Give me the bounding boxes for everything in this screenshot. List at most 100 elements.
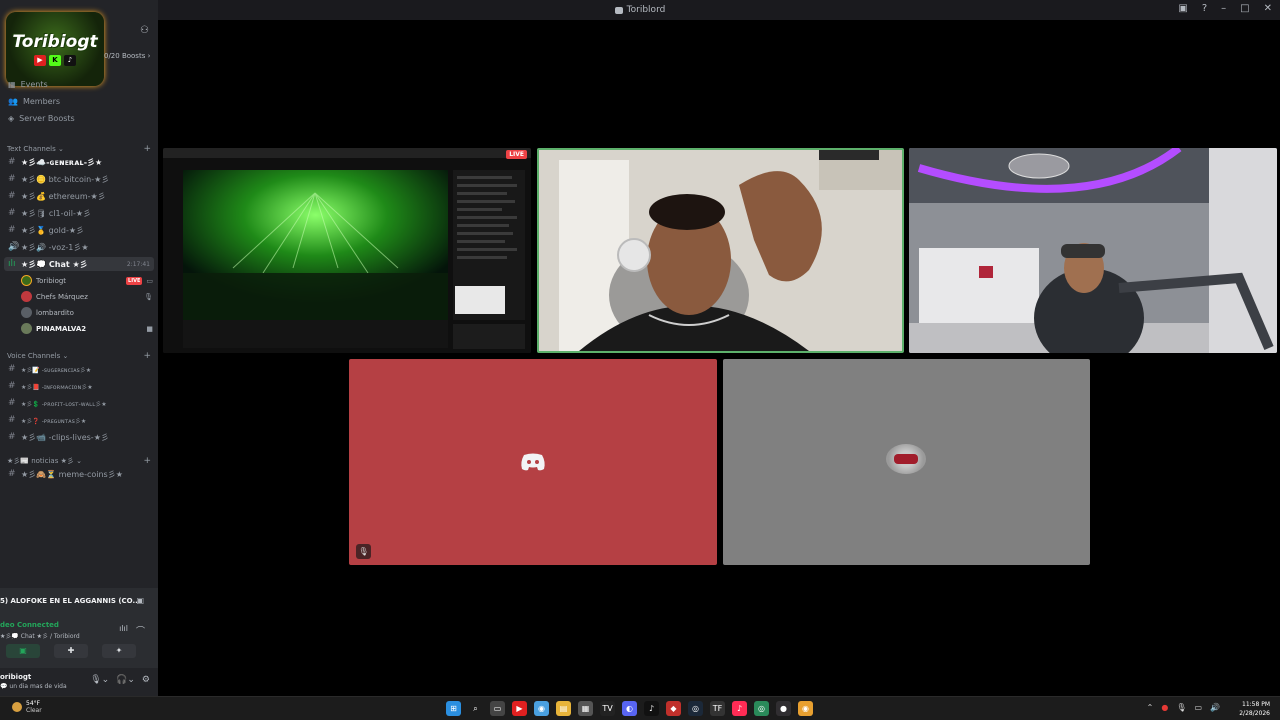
minimize-button[interactable]: – (1221, 3, 1226, 14)
stream-tile-screen-share[interactable]: LIVE (163, 148, 531, 353)
voice-location[interactable]: ★彡💭 Chat ★彡 / Toribiord (0, 631, 80, 640)
nav-server-boosts[interactable]: ◈ Server Boosts (8, 114, 75, 123)
nav-members[interactable]: 👥 Members (8, 97, 60, 106)
app-red-icon[interactable]: ◆ (666, 701, 681, 716)
category-voice-channels[interactable]: Voice Channels ⌄ + (7, 351, 151, 361)
windows-taskbar: 54°F Clear ⊞ ⌕ ▭ ▶ ◉ ▤ ▦ TV ◐ ♪ ◆ ◎ TF ♪… (0, 696, 1280, 720)
channel-ethereum[interactable]: # ★彡💰 ethereum-★彡 (8, 189, 154, 203)
channel-informacion[interactable]: # ★彡📕 -ɪɴꜰᴏʀᴍᴀᴄɪᴏɴ彡★ (8, 379, 154, 393)
invite-people-icon[interactable]: ⚇ (140, 25, 149, 36)
channel-profit-lost-wall[interactable]: # ★彡💲 -ᴘʀᴏꜰɪᴛ-ʟᴏꜱᴛ-ᴡᴀʟʟ彡★ (8, 396, 154, 410)
channel-voz[interactable]: 🔊 ★彡🔊 -voz-1彡★ (8, 240, 154, 254)
channel-oil[interactable]: # ★彡🛢 cl1-oil-★彡 (8, 206, 154, 220)
user-panel-name[interactable]: oribiogt (0, 673, 31, 681)
voice-connected-status: deo Connected (0, 621, 59, 629)
steam-icon[interactable]: ◎ (688, 701, 703, 716)
avatar-motorcycle-icon (894, 454, 918, 464)
maximize-button[interactable]: □ (1240, 3, 1249, 14)
soundboard-button[interactable]: ✦ (102, 644, 136, 658)
nav-events[interactable]: ▦ Events (8, 80, 48, 89)
tiktok-icon: ♪ (64, 55, 76, 66)
window-title: Toriblord (614, 5, 665, 15)
members-icon: 👥 (8, 97, 18, 106)
avatar (21, 275, 32, 286)
server-logo[interactable]: Toribiogt ▶ K ♪ (6, 12, 104, 86)
discord-logo-icon (521, 453, 545, 471)
voice-connection-panel: 5) ALOFOKE EN EL AGGANNIS (CO... ▣ deo C… (0, 588, 158, 668)
chrome-alt-icon[interactable]: ◎ (754, 701, 769, 716)
live-badge: LIVE (126, 276, 143, 285)
tradingview-icon[interactable]: TV (600, 701, 615, 716)
avatar (21, 323, 32, 334)
add-channel-icon[interactable]: + (143, 456, 151, 466)
screen-share-button[interactable]: ▣ (6, 644, 40, 658)
live-badge: LIVE (506, 150, 527, 159)
speech-bubble-icon: 💬 (0, 683, 8, 690)
boost-counter[interactable]: 0/20 Boosts › (104, 52, 150, 60)
discord-icon[interactable]: ◐ (622, 701, 637, 716)
add-channel-icon[interactable]: + (143, 351, 151, 361)
store-icon[interactable]: ▦ (578, 701, 593, 716)
chevron-up-icon[interactable]: ⌃ (1147, 703, 1154, 712)
add-channel-icon[interactable]: + (143, 144, 151, 154)
voice-user-chefs-marquez[interactable]: Chefs Márquez 🎙 (21, 291, 153, 302)
video-tile-camera-1[interactable] (537, 148, 904, 353)
stream-popout-icon[interactable]: ▣ (136, 596, 144, 605)
weather-widget[interactable]: 54°F Clear (12, 700, 42, 714)
inbox-icon[interactable]: ▣ (1178, 3, 1187, 14)
video-tile-avatar-grey[interactable] (723, 359, 1090, 565)
file-explorer-icon[interactable]: ▤ (556, 701, 571, 716)
mic-tray-icon[interactable]: 🎙 (1176, 703, 1186, 712)
video-tile-camera-2[interactable] (909, 148, 1277, 353)
boost-icon: ◈ (8, 114, 15, 123)
record-icon[interactable]: ● (1161, 703, 1168, 712)
task-view-icon[interactable]: ▭ (490, 701, 505, 716)
stream-title[interactable]: 5) ALOFOKE EN EL AGGANNIS (CO... (0, 597, 140, 605)
noise-suppression-icon[interactable]: ılıl (119, 624, 128, 633)
youtube-icon[interactable]: ▶ (512, 701, 527, 716)
volume-icon[interactable]: 🔊 (1210, 703, 1220, 712)
chrome-icon[interactable]: ◉ (798, 701, 813, 716)
channel-gold[interactable]: # ★彡🥇 gold-★彡 (8, 223, 154, 237)
channel-chat-active[interactable]: ılı ★彡💭 Chat ★彡 2:17:41 (4, 257, 154, 271)
stream-screenshot (163, 148, 531, 353)
help-icon[interactable]: ? (1202, 3, 1207, 14)
camera-icon: ■ (146, 324, 153, 333)
category-text-channels[interactable]: Text Channels ⌄ + (7, 144, 151, 154)
window-controls: ▣ ? – □ ✕ (1178, 3, 1272, 14)
category-noticias[interactable]: ★彡📰 noticias ★彡 ⌄ + (7, 456, 151, 466)
channel-clips-lives[interactable]: # ★彡📹 -clips-lives-★彡 (8, 430, 154, 444)
avatar (21, 291, 32, 302)
video-tile-avatar-red[interactable]: 🎙 (349, 359, 717, 565)
headphones-icon[interactable]: 🎧⌄ (116, 675, 135, 685)
search-icon[interactable]: ⌕ (468, 701, 483, 716)
tiktok-icon[interactable]: ♪ (644, 701, 659, 716)
disconnect-icon[interactable]: ⌒ (136, 624, 145, 637)
channel-general[interactable]: # ★彡☁️-ɢᴇɴᴇʀᴀʟ-彡★ (8, 155, 154, 169)
mic-icon[interactable]: 🎙⌄ (90, 675, 109, 685)
channel-preguntas[interactable]: # ★彡❓ -ᴘʀᴇɢᴜɴᴛᴀꜱ彡★ (8, 413, 154, 427)
server-logo-text: Toribiogt (12, 32, 98, 52)
settings-gear-icon[interactable]: ⚙ (142, 675, 150, 685)
activities-button[interactable]: ✚ (54, 644, 88, 658)
voice-user-lombardito[interactable]: lombardito (21, 307, 153, 318)
voice-user-toribiogt[interactable]: Toribiogt LIVE ▭ (21, 275, 153, 286)
channel-sidebar: Toribiogt ▶ K ♪ ⚇ 0/20 Boosts › ▦ Events … (0, 0, 158, 696)
windows-start-icon[interactable]: ⊞ (446, 701, 461, 716)
hash-icon: # (8, 364, 16, 374)
taskbar-clock[interactable]: 11:58 PM 2/28/2026 (1239, 700, 1270, 718)
copilot-icon[interactable]: ◉ (534, 701, 549, 716)
channel-sugerencias[interactable]: # ★彡📝 -ꜱᴜɢᴇʀᴇɴᴄɪᴀꜱ彡★ (8, 362, 154, 376)
tiktok-studio-icon[interactable]: ♪ (732, 701, 747, 716)
app-tf-icon[interactable]: TF (710, 701, 725, 716)
hash-icon: # (8, 415, 16, 425)
speaker-icon: 🔊 (8, 242, 20, 252)
channel-meme-coins[interactable]: # ★彡🙈⏳ meme-coins彡★ (8, 467, 154, 481)
obs-icon[interactable]: ● (776, 701, 791, 716)
webcam-feed (539, 150, 902, 351)
network-icon[interactable]: ▭ (1194, 703, 1202, 712)
close-button[interactable]: ✕ (1264, 3, 1272, 14)
webcam-feed (909, 148, 1277, 353)
voice-user-pinamalva2[interactable]: PINAMALVA2 ■ (21, 323, 153, 334)
channel-btc[interactable]: # ★彡🪙 btc-bitcoin-★彡 (8, 172, 154, 186)
